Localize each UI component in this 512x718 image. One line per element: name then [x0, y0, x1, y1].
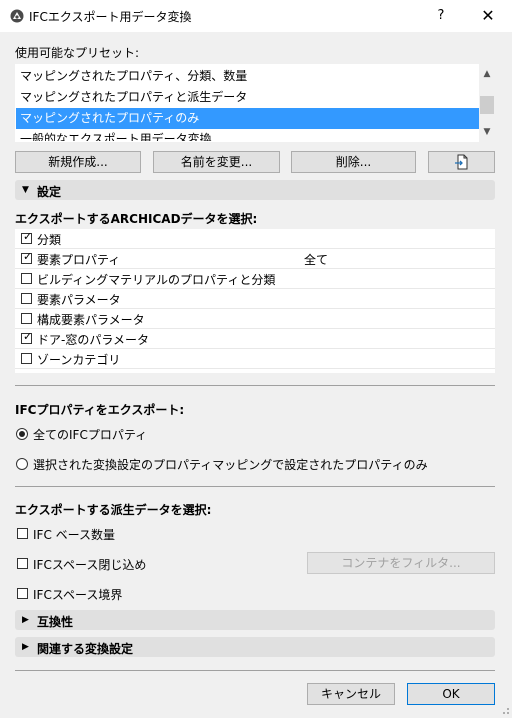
- checkbox[interactable]: [21, 313, 32, 324]
- radio-mapped-properties-only[interactable]: [16, 458, 28, 470]
- presets-scrollbar[interactable]: ▲ ▼: [479, 64, 495, 142]
- preset-item[interactable]: マッピングされたプロパティ、分類、数量: [16, 66, 480, 87]
- divider: [15, 670, 495, 671]
- radio-dot: [19, 431, 25, 437]
- archicad-app-icon: [10, 9, 24, 23]
- checkbox-ifc-base-quantities[interactable]: [17, 528, 28, 539]
- row-label: 要素プロパティ: [37, 253, 121, 267]
- file-import-icon: [454, 154, 467, 170]
- check-icon: ✓: [23, 330, 33, 343]
- row-label: 構成要素パラメータ: [37, 313, 145, 327]
- help-button[interactable]: ?: [426, 4, 456, 28]
- scroll-thumb[interactable]: [480, 96, 494, 114]
- close-button[interactable]: ✕: [470, 4, 506, 28]
- scroll-down-icon[interactable]: ▼: [479, 124, 495, 140]
- ifc-space-containment-label[interactable]: IFCスペース閉じ込め: [33, 556, 146, 573]
- export-data-row[interactable]: ✓ ドア-窓のパラメータ: [15, 329, 495, 349]
- export-data-row[interactable]: 構成要素パラメータ: [15, 309, 495, 329]
- related-settings-section-title: 関連する変換設定: [37, 642, 134, 656]
- settings-section-title: 設定: [37, 185, 62, 199]
- presets-label: 使用可能なプリセット:: [15, 46, 140, 60]
- new-preset-button[interactable]: 新規作成...: [15, 151, 141, 173]
- filter-containers-button[interactable]: コンテナをフィルタ...: [307, 552, 495, 574]
- expand-right-icon: ▶: [22, 615, 29, 625]
- export-data-row[interactable]: ビルディングマテリアルのプロパティと分類: [15, 269, 495, 289]
- row-label: ドア-窓のパラメータ: [37, 333, 149, 347]
- window-title: IFCエクスポート用データ変換: [29, 10, 192, 24]
- checkbox[interactable]: ✓: [21, 230, 33, 244]
- checkbox[interactable]: [21, 353, 32, 364]
- settings-section-header[interactable]: ▼ 設定: [15, 180, 495, 200]
- row-label: 要素パラメータ: [37, 293, 121, 307]
- expand-right-icon: ▶: [22, 642, 29, 652]
- export-data-table: ✓ 分類 ✓ 要素プロパティ 全て ビルディングマテリアルのプロパティと分類 要…: [15, 229, 495, 373]
- compatibility-section-header[interactable]: ▶ 互換性: [15, 610, 495, 630]
- preset-item[interactable]: マッピングされたプロパティと派生データ: [16, 87, 480, 108]
- cancel-button[interactable]: キャンセル: [307, 683, 395, 705]
- radio-all-ifc-properties[interactable]: [16, 428, 28, 440]
- resize-grip-icon[interactable]: [498, 703, 510, 715]
- export-data-row[interactable]: ゾーンカテゴリ: [15, 349, 495, 369]
- export-data-row[interactable]: ✓ 分類: [15, 229, 495, 249]
- checkbox[interactable]: ✓: [21, 330, 33, 344]
- row-value[interactable]: 全て: [304, 251, 328, 268]
- check-icon: ✓: [23, 250, 33, 263]
- delete-preset-button[interactable]: 削除...: [291, 151, 416, 173]
- derived-data-label: エクスポートする派生データを選択:: [15, 503, 212, 517]
- scroll-up-icon[interactable]: ▲: [479, 66, 495, 82]
- checkbox[interactable]: [21, 293, 32, 304]
- ifc-space-boundaries-label[interactable]: IFCスペース境界: [33, 586, 122, 603]
- rename-preset-button[interactable]: 名前を変更...: [153, 151, 280, 173]
- check-icon: ✓: [23, 230, 33, 243]
- radio-all-ifc-properties-label[interactable]: 全てのIFCプロパティ: [33, 426, 147, 443]
- export-data-label: エクスポートするARCHICADデータを選択:: [15, 212, 258, 226]
- checkbox[interactable]: ✓: [21, 250, 33, 264]
- expand-down-icon: ▼: [22, 185, 29, 195]
- checkbox[interactable]: [21, 273, 32, 284]
- ifc-properties-label: IFCプロパティをエクスポート:: [15, 403, 185, 417]
- checkbox-ifc-space-containment[interactable]: [17, 558, 28, 569]
- related-settings-section-header[interactable]: ▶ 関連する変換設定: [15, 637, 495, 657]
- checkbox-ifc-space-boundaries[interactable]: [17, 588, 28, 599]
- ifc-base-quantities-label[interactable]: IFC ベース数量: [33, 526, 115, 543]
- ok-button[interactable]: OK: [407, 683, 495, 705]
- preset-item[interactable]: 一般的なエクスポート用データ変換: [16, 129, 480, 141]
- row-label: ゾーンカテゴリ: [37, 353, 121, 367]
- compatibility-section-title: 互換性: [37, 615, 74, 629]
- presets-list[interactable]: マッピングされたプロパティ、分類、数量 マッピングされたプロパティと派生データ …: [15, 64, 495, 142]
- radio-mapped-properties-only-label[interactable]: 選択された変換設定のプロパティマッピングで設定されたプロパティのみ: [33, 456, 428, 473]
- divider: [15, 486, 495, 487]
- preset-item-selected[interactable]: マッピングされたプロパティのみ: [16, 108, 480, 129]
- row-label: 分類: [37, 233, 62, 247]
- row-label: ビルディングマテリアルのプロパティと分類: [37, 273, 276, 287]
- divider: [15, 385, 495, 386]
- import-preset-button[interactable]: [428, 151, 495, 173]
- export-data-row[interactable]: 要素パラメータ: [15, 289, 495, 309]
- export-data-row[interactable]: ✓ 要素プロパティ 全て: [15, 249, 495, 269]
